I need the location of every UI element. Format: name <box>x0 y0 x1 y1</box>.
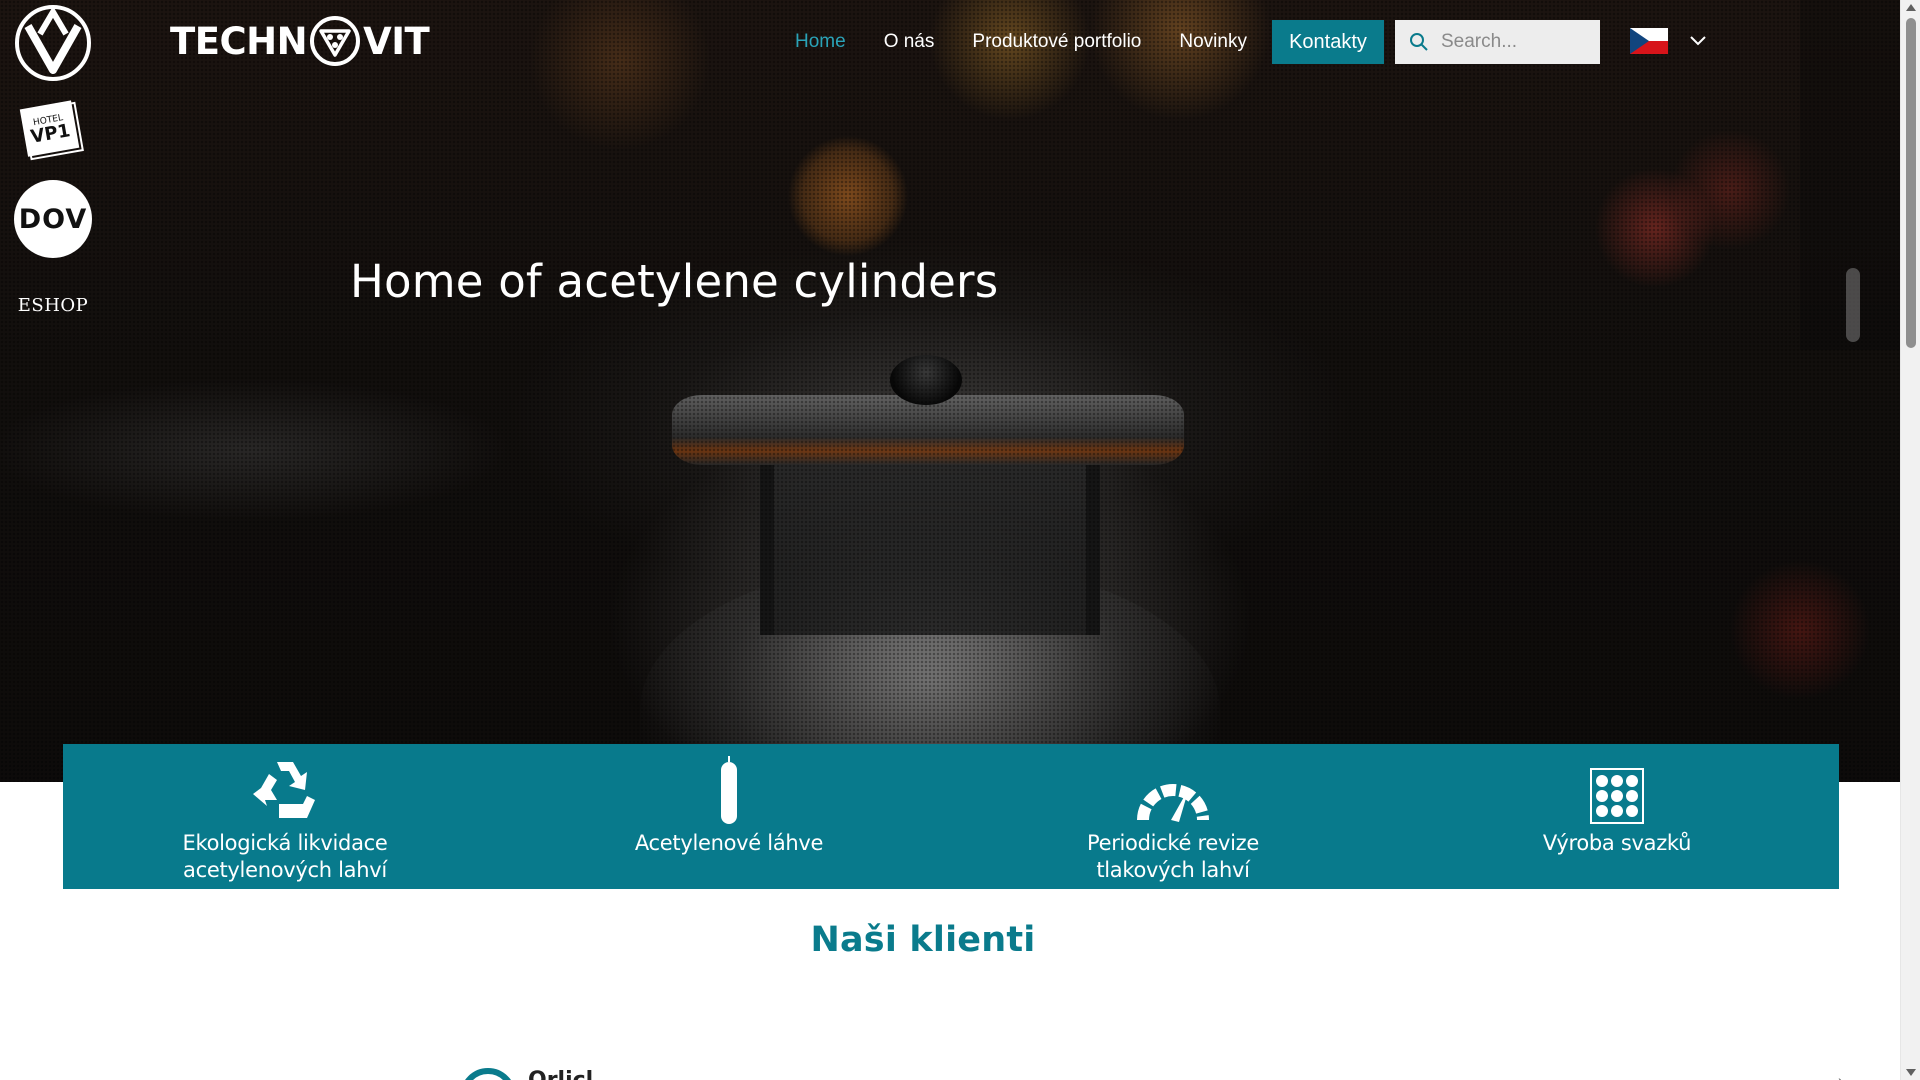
cylinder-cap-image <box>672 395 1184 465</box>
logo-text-right: VIT <box>363 19 430 63</box>
dov-logo[interactable]: DOV <box>14 180 92 258</box>
bundle-icon <box>1590 768 1644 824</box>
clients-heading: Naši klienti <box>810 920 1036 960</box>
client-name[interactable]: Orlicl... <box>528 1068 618 1080</box>
language-selector[interactable] <box>1630 28 1706 54</box>
search-input[interactable] <box>1441 31 1591 53</box>
av-logo-icon <box>15 5 91 81</box>
carousel-next-icon[interactable]: › <box>1838 1072 1843 1080</box>
feature-label-line1: Výroba svazků <box>1542 831 1692 855</box>
page-scrollbar[interactable] <box>1900 0 1920 1080</box>
partner-logo-av[interactable] <box>14 4 92 82</box>
feature-label-line2: acetylenových lahví <box>183 858 387 882</box>
logo-text-left: TECHN <box>170 19 308 63</box>
feature-label-line1: Periodické revize <box>1086 831 1260 855</box>
feature-strip: Ekologická likvidace acetylenových lahví… <box>63 744 1839 889</box>
cylinder-valve-image <box>760 465 1100 635</box>
feature-acetylene-cylinders[interactable]: Acetylenové láhve <box>507 744 951 889</box>
feature-label-line1: Ekologická likvidace <box>182 831 388 855</box>
czech-flag-icon <box>1630 28 1668 54</box>
cylinder-knob-image <box>890 355 962 405</box>
hero-banner <box>0 0 1900 782</box>
feature-label-line2: tlakových lahví <box>1096 858 1250 882</box>
feature-bundle-production[interactable]: Výroba svazků <box>1395 744 1839 889</box>
search-icon <box>1410 33 1428 51</box>
logo-mark-icon <box>310 16 361 66</box>
hotel-vp1-logo[interactable]: HOTEL VP1 <box>14 92 92 170</box>
scrollbar-thumb[interactable] <box>1906 18 1916 348</box>
technovit-logo[interactable]: TECHN VIT <box>170 13 430 69</box>
nav-portfolio[interactable]: Produktové portfolio <box>972 31 1141 53</box>
hero-title: Home of acetylene cylinders <box>350 255 999 308</box>
contacts-button[interactable]: Kontakty <box>1272 20 1384 64</box>
gauge-icon <box>1137 784 1209 822</box>
scroll-down-icon[interactable] <box>1906 1069 1916 1076</box>
eshop-label: ESHOP <box>17 294 89 316</box>
nav-home[interactable]: Home <box>795 31 846 53</box>
main-nav: Home O nás Produktové portfolio Novinky <box>780 20 1247 64</box>
feature-ecological-disposal[interactable]: Ekologická likvidace acetylenových lahví <box>63 744 507 889</box>
search-box[interactable] <box>1395 20 1600 64</box>
feature-label-line1: Acetylenové láhve <box>634 831 824 855</box>
chevron-down-icon <box>1690 36 1706 46</box>
nav-about[interactable]: O nás <box>884 31 935 53</box>
hotel-vp1-icon: HOTEL VP1 <box>19 100 84 161</box>
eshop-bar <box>1846 268 1860 342</box>
dov-logo-text: DOV <box>14 180 92 258</box>
cylinder-icon <box>721 756 737 824</box>
scroll-up-icon[interactable] <box>1906 4 1916 11</box>
client-logo <box>460 1068 516 1080</box>
eshop-link[interactable]: ESHOP <box>14 290 92 320</box>
nav-news[interactable]: Novinky <box>1179 31 1247 53</box>
feature-periodic-revisions[interactable]: Periodické revize tlakových lahví <box>951 744 1395 889</box>
recycle-icon <box>253 762 315 818</box>
